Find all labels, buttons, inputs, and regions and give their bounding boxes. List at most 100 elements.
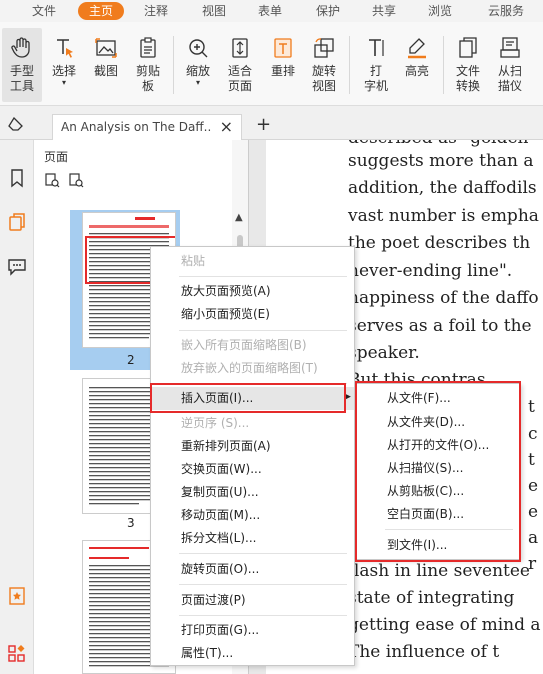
- menu-tab-view[interactable]: 视图: [192, 2, 236, 20]
- pages-icon[interactable]: [7, 212, 27, 232]
- scroll-up-icon[interactable]: ▲: [235, 212, 243, 223]
- select-label: 选择: [51, 64, 76, 78]
- highlight-button[interactable]: 高亮: [397, 36, 437, 79]
- zoom-in-thumbnails-icon[interactable]: [44, 172, 60, 188]
- doc-line: the poet describes th: [348, 233, 531, 253]
- menu-tab-browse[interactable]: 浏览: [418, 2, 462, 20]
- reflow-button[interactable]: 重排: [263, 36, 303, 79]
- select-button[interactable]: 选择 ▾: [44, 36, 84, 87]
- menu-item-print-pages[interactable]: 打印页面(G)...: [151, 619, 354, 642]
- hand-tool-label: 手型 工具: [9, 64, 34, 93]
- document-tab[interactable]: An Analysis on The Daff... ×: [52, 114, 242, 140]
- menu-item-enlarge-preview[interactable]: 放大页面预览(A): [151, 280, 354, 303]
- highlighter-icon: [408, 38, 426, 59]
- menu-item-embed-thumbnails[interactable]: 嵌入所有页面缩略图(B): [151, 334, 354, 357]
- clipboard-label: 剪贴 板: [135, 64, 160, 93]
- menu-item-reverse-order[interactable]: 逆页序 (S)...: [151, 412, 354, 435]
- select-dropdown-icon: ▾: [61, 78, 66, 87]
- ribbon-toolbar: 手型 工具 选择 ▾ 截图 剪贴 板 缩放 ▾ 适合 页面 重排 旋转 视图 打…: [0, 22, 543, 106]
- doc-line: getting ease of mind a: [348, 615, 541, 635]
- fit-page-label: 适合 页面: [227, 64, 252, 93]
- menu-item-properties[interactable]: 属性(T)...: [151, 642, 354, 665]
- menu-separator: [179, 553, 347, 554]
- page-number-3: 3: [127, 516, 135, 530]
- star-bookmark-icon[interactable]: [7, 586, 27, 606]
- text-cursor-icon: [57, 39, 73, 58]
- menu-separator: [179, 584, 347, 585]
- highlight-box-submenu: [355, 381, 521, 562]
- clipboard-button[interactable]: 剪贴 板: [128, 36, 168, 94]
- doc-line: t: [528, 397, 535, 417]
- from-scanner-button[interactable]: 从扫 描仪: [490, 36, 530, 94]
- reflow-icon: [274, 38, 292, 58]
- comment-icon[interactable]: [7, 256, 27, 276]
- highlight-box-insert-page: [150, 383, 346, 413]
- eraser-icon[interactable]: [8, 117, 26, 131]
- doc-line: described as "golden": [348, 140, 536, 148]
- file-convert-label: 文件 转换: [455, 64, 480, 93]
- menu-item-rearrange-pages[interactable]: 重新排列页面(A): [151, 435, 354, 458]
- menu-item-rotate-pages[interactable]: 旋转页面(O)...: [151, 558, 354, 581]
- menu-item-swap-pages[interactable]: 交换页面(W)...: [151, 458, 354, 481]
- rotate-icon: [314, 38, 334, 58]
- page-number-2: 2: [127, 353, 135, 367]
- doc-line: addition, the daffodils: [348, 178, 537, 198]
- menu-item-move-pages[interactable]: 移动页面(M)...: [151, 504, 354, 527]
- scanner-icon: [500, 37, 520, 58]
- rotate-view-label: 旋转 视图: [311, 64, 336, 93]
- menu-item-discard-thumbnails[interactable]: 放弃嵌入的页面缩略图(T): [151, 357, 354, 380]
- doc-line: serves as a foil to the: [348, 316, 532, 336]
- menu-item-split-document[interactable]: 拆分文档(L)...: [151, 527, 354, 550]
- menu-item-page-transition[interactable]: 页面过渡(P): [151, 589, 354, 612]
- menu-bar: 文件 主页 注释 视图 表单 保护 共享 浏览 云服务: [0, 0, 543, 22]
- menu-tab-form[interactable]: 表单: [248, 2, 292, 20]
- doc-line: flash in line seventee: [348, 561, 530, 581]
- doc-line: c: [528, 424, 538, 444]
- menu-tab-cloud[interactable]: 云服务: [478, 2, 534, 20]
- rotate-view-button[interactable]: 旋转 视图: [304, 36, 344, 94]
- menu-tab-annotate[interactable]: 注释: [134, 2, 178, 20]
- menu-separator: [179, 615, 347, 616]
- menu-tab-file[interactable]: 文件: [22, 2, 66, 20]
- zoom-label: 缩放: [185, 64, 210, 78]
- image-icon: [95, 38, 117, 58]
- typewriter-button[interactable]: 打 字机: [356, 36, 396, 94]
- menu-separator: [179, 330, 347, 331]
- menu-item-copy-pages[interactable]: 复制页面(U)...: [151, 481, 354, 504]
- doc-line: happiness of the daffo: [348, 288, 539, 308]
- doc-line: suggests more than a: [348, 151, 534, 171]
- new-tab-icon[interactable]: +: [256, 114, 271, 135]
- doc-line: never-ending line".: [348, 261, 513, 281]
- from-scanner-label: 从扫 描仪: [497, 64, 522, 93]
- panel-title: 页面: [44, 150, 69, 164]
- highlight-label: 高亮: [404, 64, 429, 78]
- hand-icon: [11, 37, 30, 58]
- menu-item-shrink-preview[interactable]: 缩小页面预览(E): [151, 303, 354, 326]
- zoom-out-thumbnails-icon[interactable]: [68, 172, 84, 188]
- doc-line: e: [528, 502, 539, 522]
- doc-line: a: [528, 528, 539, 548]
- doc-line: state of integrating: [348, 588, 515, 608]
- apps-icon[interactable]: [7, 644, 27, 664]
- document-tab-title: An Analysis on The Daff...: [61, 120, 211, 134]
- doc-line: t: [528, 450, 535, 470]
- left-sidebar: [0, 140, 34, 674]
- doc-line: speaker.: [348, 343, 420, 363]
- hand-tool-button[interactable]: 手型 工具: [2, 28, 42, 102]
- close-tab-icon[interactable]: ×: [220, 117, 233, 136]
- zoom-button[interactable]: 缩放 ▾: [178, 36, 218, 87]
- menu-tab-protect[interactable]: 保护: [306, 2, 350, 20]
- menu-tab-home[interactable]: 主页: [78, 2, 124, 20]
- menu-item-paste[interactable]: 粘贴: [151, 250, 354, 273]
- doc-line: e: [528, 476, 539, 496]
- zoom-dropdown-icon: ▾: [195, 78, 200, 87]
- typewriter-icon: [369, 39, 384, 56]
- screenshot-button[interactable]: 截图: [86, 36, 126, 79]
- bookmark-icon[interactable]: [7, 168, 27, 188]
- fit-page-button[interactable]: 适合 页面: [220, 36, 260, 94]
- menu-tab-share[interactable]: 共享: [362, 2, 406, 20]
- document-tab-bar: An Analysis on The Daff... × +: [0, 106, 543, 140]
- file-convert-icon: [459, 37, 477, 58]
- file-convert-button[interactable]: 文件 转换: [448, 36, 488, 94]
- fit-page-icon: [232, 38, 248, 58]
